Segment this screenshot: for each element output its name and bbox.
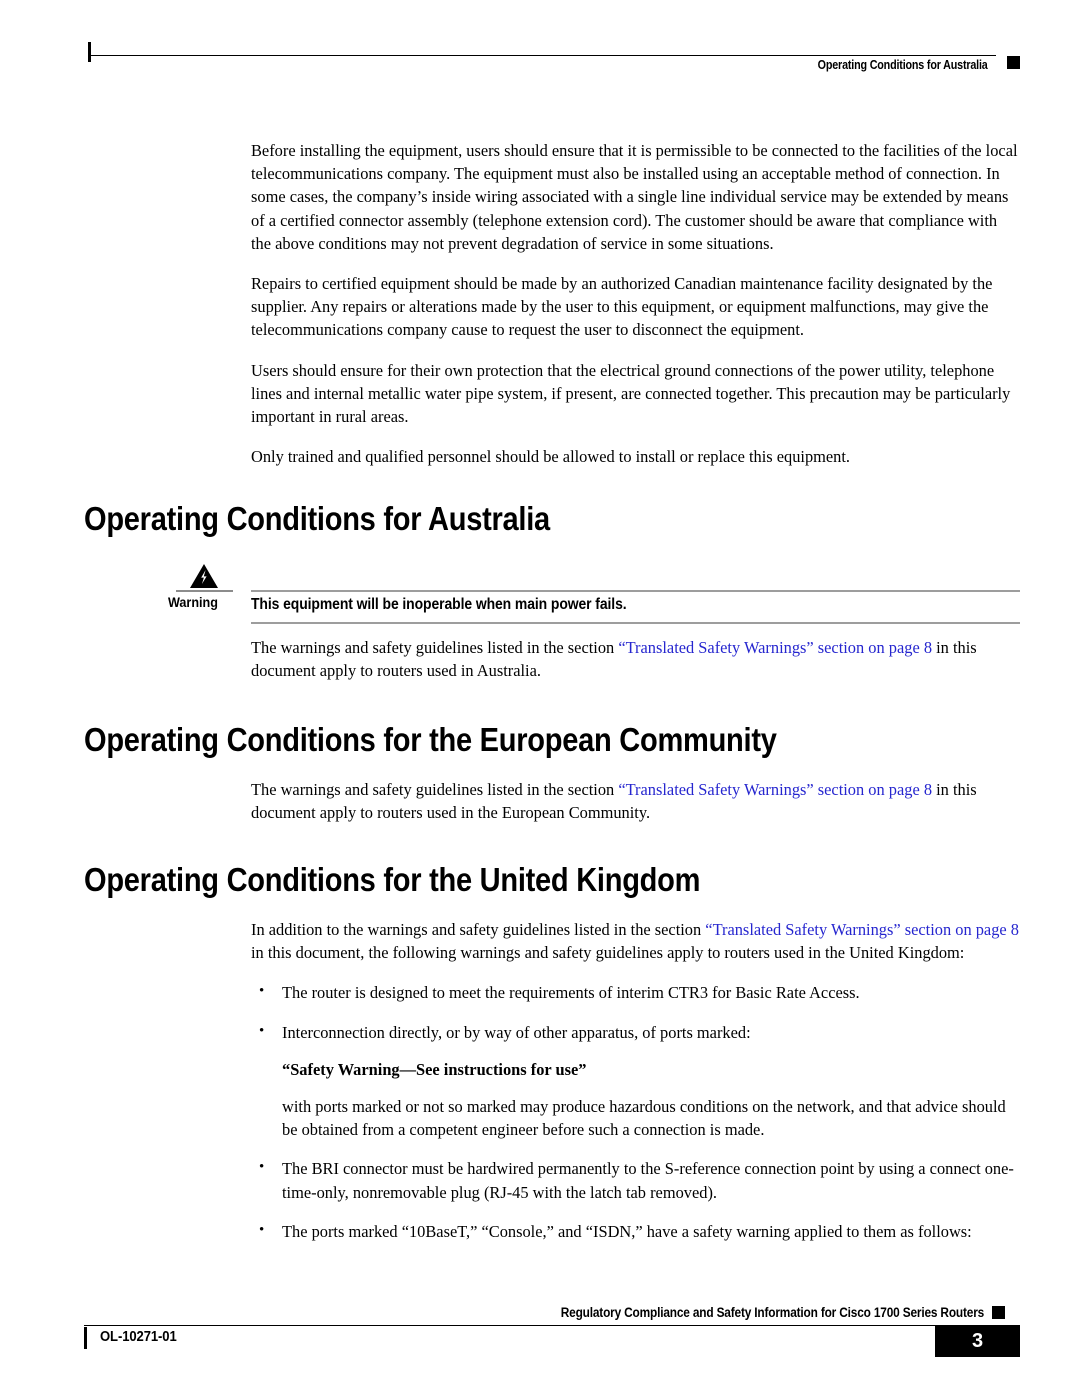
cross-reference-link[interactable]: “Translated Safety Warnings” section on … [618,780,932,799]
list-item: The BRI connector must be hardwired perm… [251,1156,1020,1203]
footer-document-title-text: Regulatory Compliance and Safety Informa… [560,1305,985,1320]
text-before-link: In addition to the warnings and safety g… [251,920,706,939]
warning-text: This equipment will be inoperable when m… [251,596,627,613]
warning-rule-top [251,590,1020,592]
list-item-text: Interconnection directly, or by way of o… [282,1022,751,1042]
footer-document-id: OL-10271-01 [100,1329,177,1345]
page-title-european-community: Operating Conditions for the European Co… [84,721,777,758]
document-page: Operating Conditions for Australia Befor… [0,0,1080,1397]
footer-rule [84,1325,1020,1326]
black-square-marker-icon [992,1306,1005,1319]
warning-label: Warning [168,594,218,610]
footer-document-title: Regulatory Compliance and Safety Informa… [84,1305,985,1321]
cross-reference-link[interactable]: “Translated Safety Warnings” section on … [618,638,932,657]
page-title-united-kingdom: Operating Conditions for the United King… [84,861,701,898]
list-item: The ports marked “10BaseT,” “Console,” a… [251,1219,1020,1243]
header-left-tick [88,42,91,62]
list-item-text: The router is designed to meet the requi… [282,983,860,1003]
united-kingdom-bullet-list: The router is designed to meet the requi… [251,980,1020,1243]
page-footer: Regulatory Compliance and Safety Informa… [84,1305,1020,1367]
safety-warning-label: “Safety Warning—See instructions for use… [282,1059,587,1079]
paragraph: Repairs to certified equipment should be… [251,274,993,340]
paragraph: Only trained and qualified personnel sho… [251,447,851,467]
text-before-link: The warnings and safety guidelines liste… [251,638,619,657]
list-item-text: The ports marked “10BaseT,” “Console,” a… [282,1221,972,1241]
paragraph: The warnings and safety guidelines liste… [251,778,1020,824]
paragraph: Users should ensure for their own protec… [251,360,1011,427]
text-before-link: The warnings and safety guidelines liste… [251,780,619,799]
paragraph: In addition to the warnings and safety g… [251,918,1020,964]
list-item-text: The BRI connector must be hardwired perm… [282,1159,1014,1202]
text-after-link: in this document, the following warnings… [251,943,965,963]
page-title-australia: Operating Conditions for Australia [84,500,550,537]
header-rule [88,55,996,56]
running-header-title: Operating Conditions for Australia [818,58,988,72]
running-header: Operating Conditions for Australia [88,42,1020,82]
european-community-body: The warnings and safety guidelines liste… [251,778,1020,841]
warning-admonition: Warning This equipment will be inoperabl… [84,563,1020,627]
paragraph: Before installing the equipment, users s… [251,141,1018,253]
page-number: 3 [971,1330,984,1352]
list-item-continuation: with ports marked or not so marked may p… [282,1097,1006,1140]
footer-left-tick [84,1327,87,1349]
warning-rule-bottom [251,622,1020,624]
cross-reference-link[interactable]: “Translated Safety Warnings” section on … [705,920,1019,939]
warning-lightning-triangle-icon [189,563,219,589]
paragraph: The warnings and safety guidelines liste… [251,636,1020,682]
list-item: The router is designed to meet the requi… [251,980,1020,1004]
intro-paragraphs: Before installing the equipment, users s… [251,139,1020,485]
australia-body: The warnings and safety guidelines liste… [251,636,1020,699]
list-item: Interconnection directly, or by way of o… [251,1020,1020,1142]
warning-icon-rule [176,590,233,592]
black-square-marker-icon [1007,56,1020,69]
united-kingdom-body: In addition to the warnings and safety g… [251,918,1020,1259]
